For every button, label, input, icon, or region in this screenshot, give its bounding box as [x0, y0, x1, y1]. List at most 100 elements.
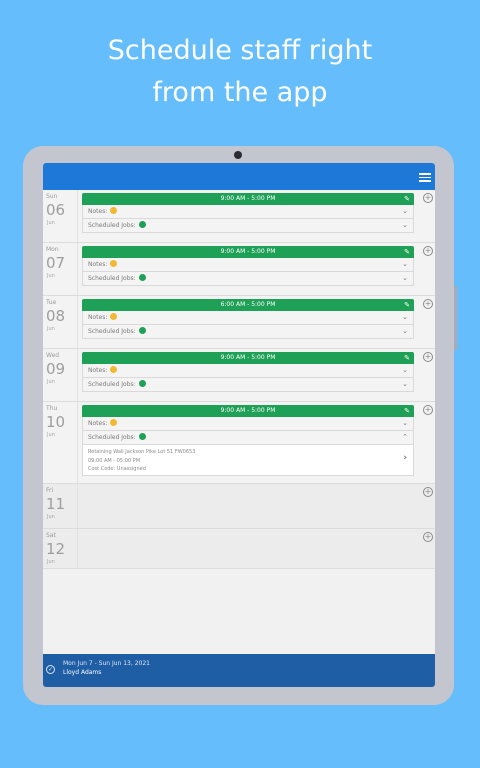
month-label: Jun — [47, 559, 55, 565]
date-column: Sat 12 Jun — [43, 529, 78, 568]
chevron-right-icon: › — [403, 453, 407, 463]
notes-row[interactable]: Notes: ⌄ — [82, 311, 414, 325]
week-range: Mon Jun 7 - Sun Jun 13, 2021 — [63, 660, 150, 667]
add-shift-icon[interactable]: + — [423, 352, 433, 362]
notes-label: Notes: — [88, 420, 108, 427]
date-column: Tue 08 Jun — [43, 296, 78, 348]
date-column: Thu 10 Jun — [43, 402, 78, 483]
date-column: Fri 11 Jun — [43, 484, 78, 528]
chevron-down-icon: ⌄ — [402, 380, 408, 388]
notes-indicator-icon — [110, 207, 118, 214]
user-name: Lloyd Adams — [63, 669, 102, 676]
shift-card: 9:00 AM - 5:00 PM ✎ Notes: ⌄ Scheduled J… — [82, 352, 414, 392]
shift-time: 9:00 AM - 5:00 PM — [220, 195, 276, 202]
promo-line-2: from the app — [152, 77, 328, 108]
edit-icon[interactable]: ✎ — [404, 193, 410, 205]
scheduled-jobs-label: Scheduled Jobs: — [88, 222, 136, 229]
scheduled-job-card[interactable]: Retaining Wall Jackson Pike Lot 51 FW065… — [82, 445, 414, 476]
shift-time: 9:00 AM - 5:00 PM — [220, 248, 276, 255]
scheduled-jobs-row[interactable]: Scheduled Jobs: ⌃ — [82, 431, 414, 445]
check-circle-icon[interactable]: ✓ — [46, 665, 55, 674]
notes-row[interactable]: Notes: ⌄ — [82, 364, 414, 378]
add-shift-icon[interactable]: + — [423, 405, 433, 415]
shift-time: 6:00 AM - 5:00 PM — [220, 301, 276, 308]
shift-time-bar[interactable]: 9:00 AM - 5:00 PM ✎ — [82, 193, 414, 205]
tablet-frame: Sun 06 Jun 9:00 AM - 5:00 PM ✎ Notes: ⌄ … — [23, 146, 457, 705]
month-label: Jun — [47, 432, 55, 438]
shift-time-bar[interactable]: 9:00 AM - 5:00 PM ✎ — [82, 246, 414, 258]
day-row: Sat 12 Jun + — [43, 529, 435, 569]
month-label: Jun — [47, 514, 55, 520]
day-of-week: Fri — [46, 487, 54, 494]
jobs-indicator-icon — [138, 274, 146, 281]
notes-label: Notes: — [88, 261, 108, 268]
day-number: 12 — [46, 540, 66, 558]
notes-row[interactable]: Notes: ⌄ — [82, 205, 414, 219]
chevron-down-icon: ⌄ — [402, 327, 408, 335]
add-shift-icon[interactable]: + — [423, 193, 433, 203]
notes-label: Notes: — [88, 208, 108, 215]
scheduled-jobs-row[interactable]: Scheduled Jobs: ⌄ — [82, 325, 414, 339]
camera-icon — [234, 151, 242, 159]
day-number: 11 — [46, 495, 66, 513]
month-label: Jun — [47, 273, 55, 279]
day-number: 07 — [46, 254, 66, 272]
add-shift-icon[interactable]: + — [423, 299, 433, 309]
scheduled-jobs-row[interactable]: Scheduled Jobs: ⌄ — [82, 272, 414, 286]
chevron-down-icon: ⌄ — [402, 260, 408, 268]
day-of-week: Wed — [46, 352, 60, 359]
hamburger-menu-icon[interactable] — [419, 173, 431, 182]
edit-icon[interactable]: ✎ — [404, 405, 410, 417]
notes-row[interactable]: Notes: ⌄ — [82, 258, 414, 272]
edit-icon[interactable]: ✎ — [404, 246, 410, 258]
shift-card: 9:00 AM - 5:00 PM ✎ Notes: ⌄ Scheduled J… — [82, 405, 414, 476]
job-cost-code: Cost Code: Unassigned — [88, 466, 146, 472]
jobs-indicator-icon — [138, 327, 146, 334]
notes-indicator-icon — [110, 313, 118, 320]
day-row: Wed 09 Jun 9:00 AM - 5:00 PM ✎ Notes: ⌄ … — [43, 349, 435, 402]
shift-time-bar[interactable]: 9:00 AM - 5:00 PM ✎ — [82, 352, 414, 364]
notes-label: Notes: — [88, 314, 108, 321]
shift-time-bar[interactable]: 6:00 AM - 5:00 PM ✎ — [82, 299, 414, 311]
chevron-down-icon: ⌄ — [402, 366, 408, 374]
shift-time: 9:00 AM - 5:00 PM — [220, 354, 276, 361]
add-shift-icon[interactable]: + — [423, 532, 433, 542]
day-row: Fri 11 Jun + — [43, 484, 435, 529]
day-row: Tue 08 Jun 6:00 AM - 5:00 PM ✎ Notes: ⌄ … — [43, 296, 435, 349]
schedule-list: Sun 06 Jun 9:00 AM - 5:00 PM ✎ Notes: ⌄ … — [43, 190, 435, 569]
day-of-week: Thu — [46, 405, 58, 412]
scheduled-jobs-label: Scheduled Jobs: — [88, 434, 136, 441]
notes-row[interactable]: Notes: ⌄ — [82, 417, 414, 431]
scheduled-jobs-row[interactable]: Scheduled Jobs: ⌄ — [82, 219, 414, 233]
shift-card: 9:00 AM - 5:00 PM ✎ Notes: ⌄ Scheduled J… — [82, 246, 414, 286]
notes-indicator-icon — [110, 419, 118, 426]
month-label: Jun — [47, 379, 55, 385]
chevron-down-icon: ⌄ — [402, 313, 408, 321]
jobs-indicator-icon — [138, 433, 146, 440]
jobs-indicator-icon — [138, 380, 146, 387]
week-footer: ✓ Mon Jun 7 - Sun Jun 13, 2021 Lloyd Ada… — [43, 654, 435, 687]
notes-indicator-icon — [110, 366, 118, 373]
shift-time-bar[interactable]: 9:00 AM - 5:00 PM ✎ — [82, 405, 414, 417]
month-label: Jun — [47, 326, 55, 332]
jobs-indicator-icon — [138, 221, 146, 228]
day-of-week: Tue — [46, 299, 57, 306]
shift-time: 9:00 AM - 5:00 PM — [220, 407, 276, 414]
chevron-down-icon: ⌄ — [402, 207, 408, 215]
chevron-down-icon: ⌄ — [402, 221, 408, 229]
scheduled-jobs-label: Scheduled Jobs: — [88, 275, 136, 282]
promo-line-1: Schedule staff right — [107, 35, 373, 66]
add-shift-icon[interactable]: + — [423, 487, 433, 497]
date-column: Sun 06 Jun — [43, 190, 78, 242]
chevron-down-icon: ⌄ — [402, 419, 408, 427]
app-screen: Sun 06 Jun 9:00 AM - 5:00 PM ✎ Notes: ⌄ … — [43, 163, 435, 687]
scheduled-jobs-row[interactable]: Scheduled Jobs: ⌄ — [82, 378, 414, 392]
add-shift-icon[interactable]: + — [423, 246, 433, 256]
edit-icon[interactable]: ✎ — [404, 299, 410, 311]
day-number: 06 — [46, 201, 66, 219]
scheduled-jobs-label: Scheduled Jobs: — [88, 328, 136, 335]
day-row: Sun 06 Jun 9:00 AM - 5:00 PM ✎ Notes: ⌄ … — [43, 190, 435, 243]
date-column: Wed 09 Jun — [43, 349, 78, 401]
notes-label: Notes: — [88, 367, 108, 374]
edit-icon[interactable]: ✎ — [404, 352, 410, 364]
